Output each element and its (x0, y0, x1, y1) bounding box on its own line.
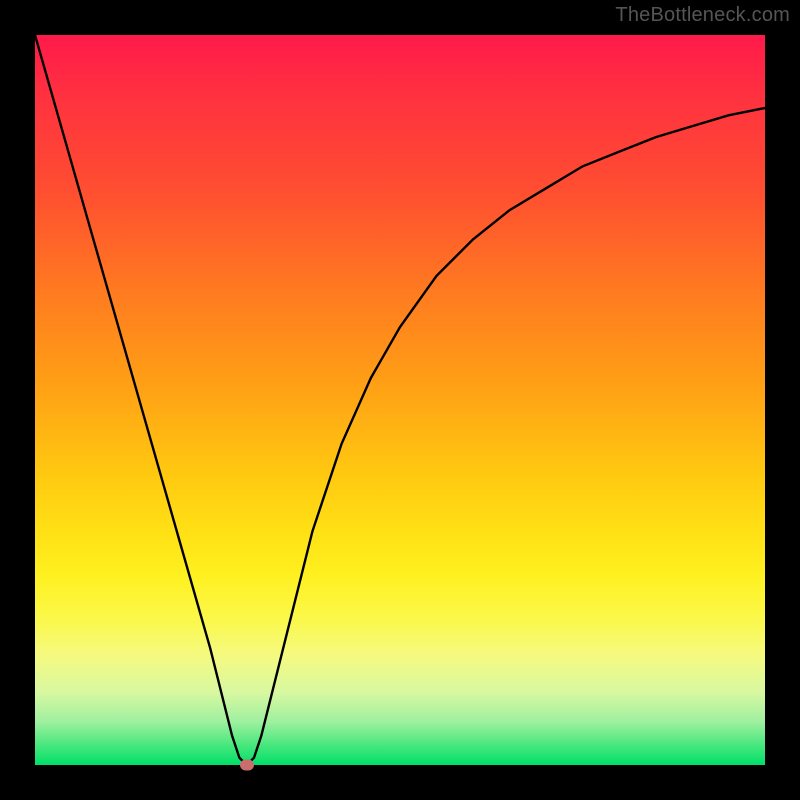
curve-svg (35, 35, 765, 765)
plot-area (35, 35, 765, 765)
bottleneck-curve (35, 35, 765, 765)
min-marker (240, 760, 254, 771)
watermark-text: TheBottleneck.com (615, 4, 790, 27)
chart-frame: { "watermark": "TheBottleneck.com", "col… (0, 0, 800, 800)
